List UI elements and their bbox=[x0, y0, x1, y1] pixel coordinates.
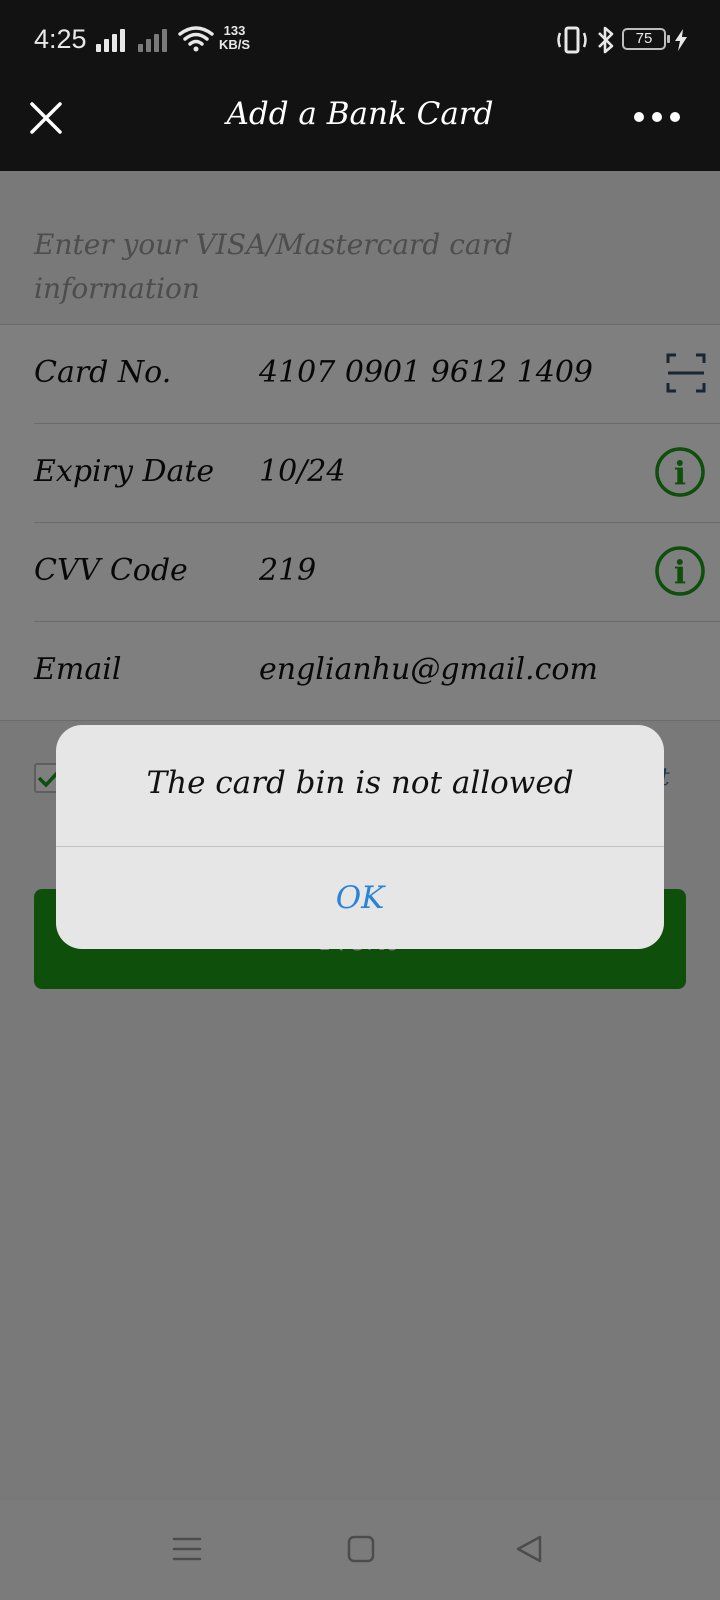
dot-icon bbox=[670, 112, 680, 122]
ok-button[interactable]: OK bbox=[56, 847, 664, 949]
alert-dialog: The card bin is not allowed OK bbox=[56, 725, 664, 949]
signal-strength-icon bbox=[96, 28, 125, 52]
app-header: Add a Bank Card bbox=[0, 82, 720, 171]
bluetooth-icon bbox=[598, 26, 614, 54]
status-bar: 4:25 133 KB/S 75 bbox=[0, 0, 720, 82]
status-time: 4:25 bbox=[34, 24, 87, 54]
network-speed: 133 KB/S bbox=[219, 23, 251, 52]
page-title: Add a Bank Card bbox=[226, 96, 494, 132]
dot-icon bbox=[634, 112, 644, 122]
charging-icon bbox=[675, 29, 687, 51]
vibrate-icon bbox=[557, 26, 587, 54]
more-options-button[interactable] bbox=[634, 112, 682, 126]
dot-icon bbox=[652, 112, 662, 122]
wifi-icon bbox=[178, 26, 214, 52]
signal-strength-2-icon bbox=[138, 28, 167, 52]
battery-icon: 75 bbox=[622, 28, 670, 50]
dialog-message: The card bin is not allowed bbox=[146, 765, 574, 801]
